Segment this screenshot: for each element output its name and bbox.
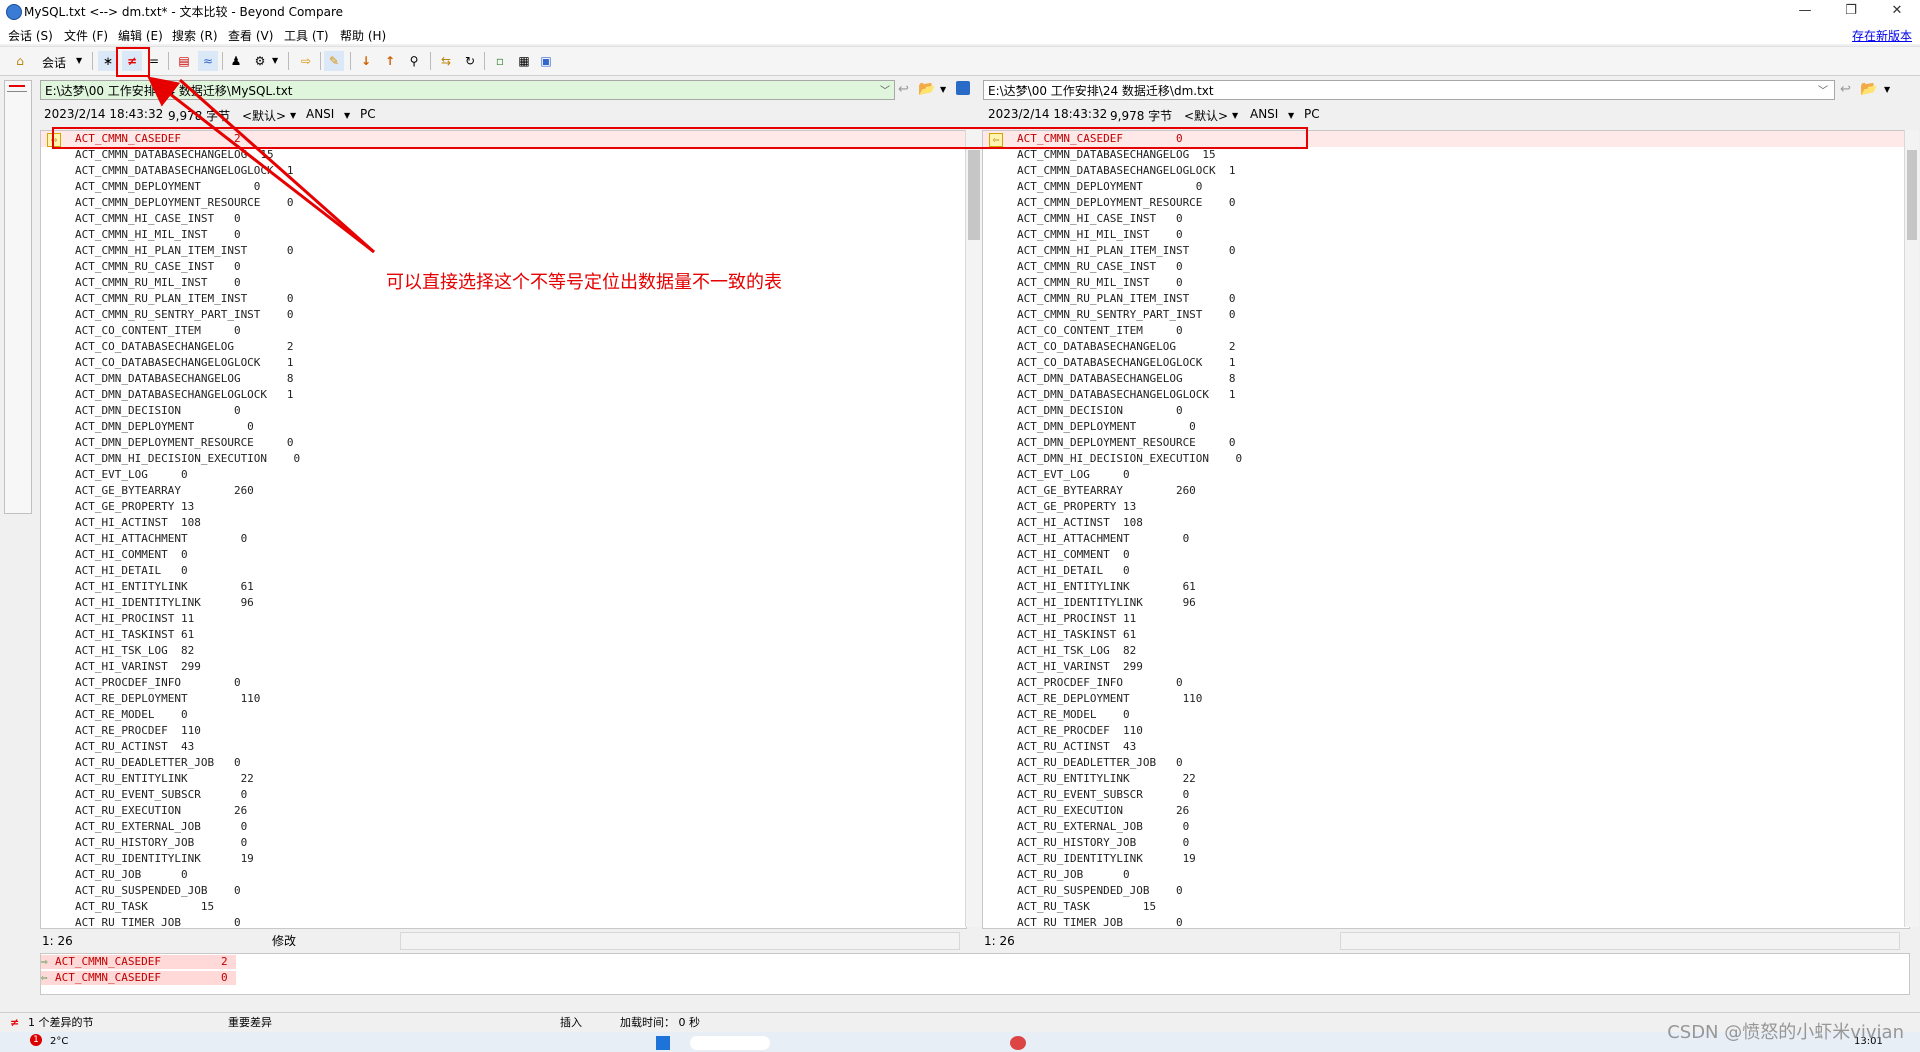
annotation-arrow-line (179, 78, 375, 254)
annotation-text: 可以直接选择这个不等号定位出数据量不一致的表 (386, 272, 782, 293)
annotation-arrows (147, 76, 375, 254)
csdn-watermark: CSDN @愤怒的小虾米vivian (1667, 1022, 1904, 1043)
annotation-arrow-to-button (147, 76, 375, 254)
